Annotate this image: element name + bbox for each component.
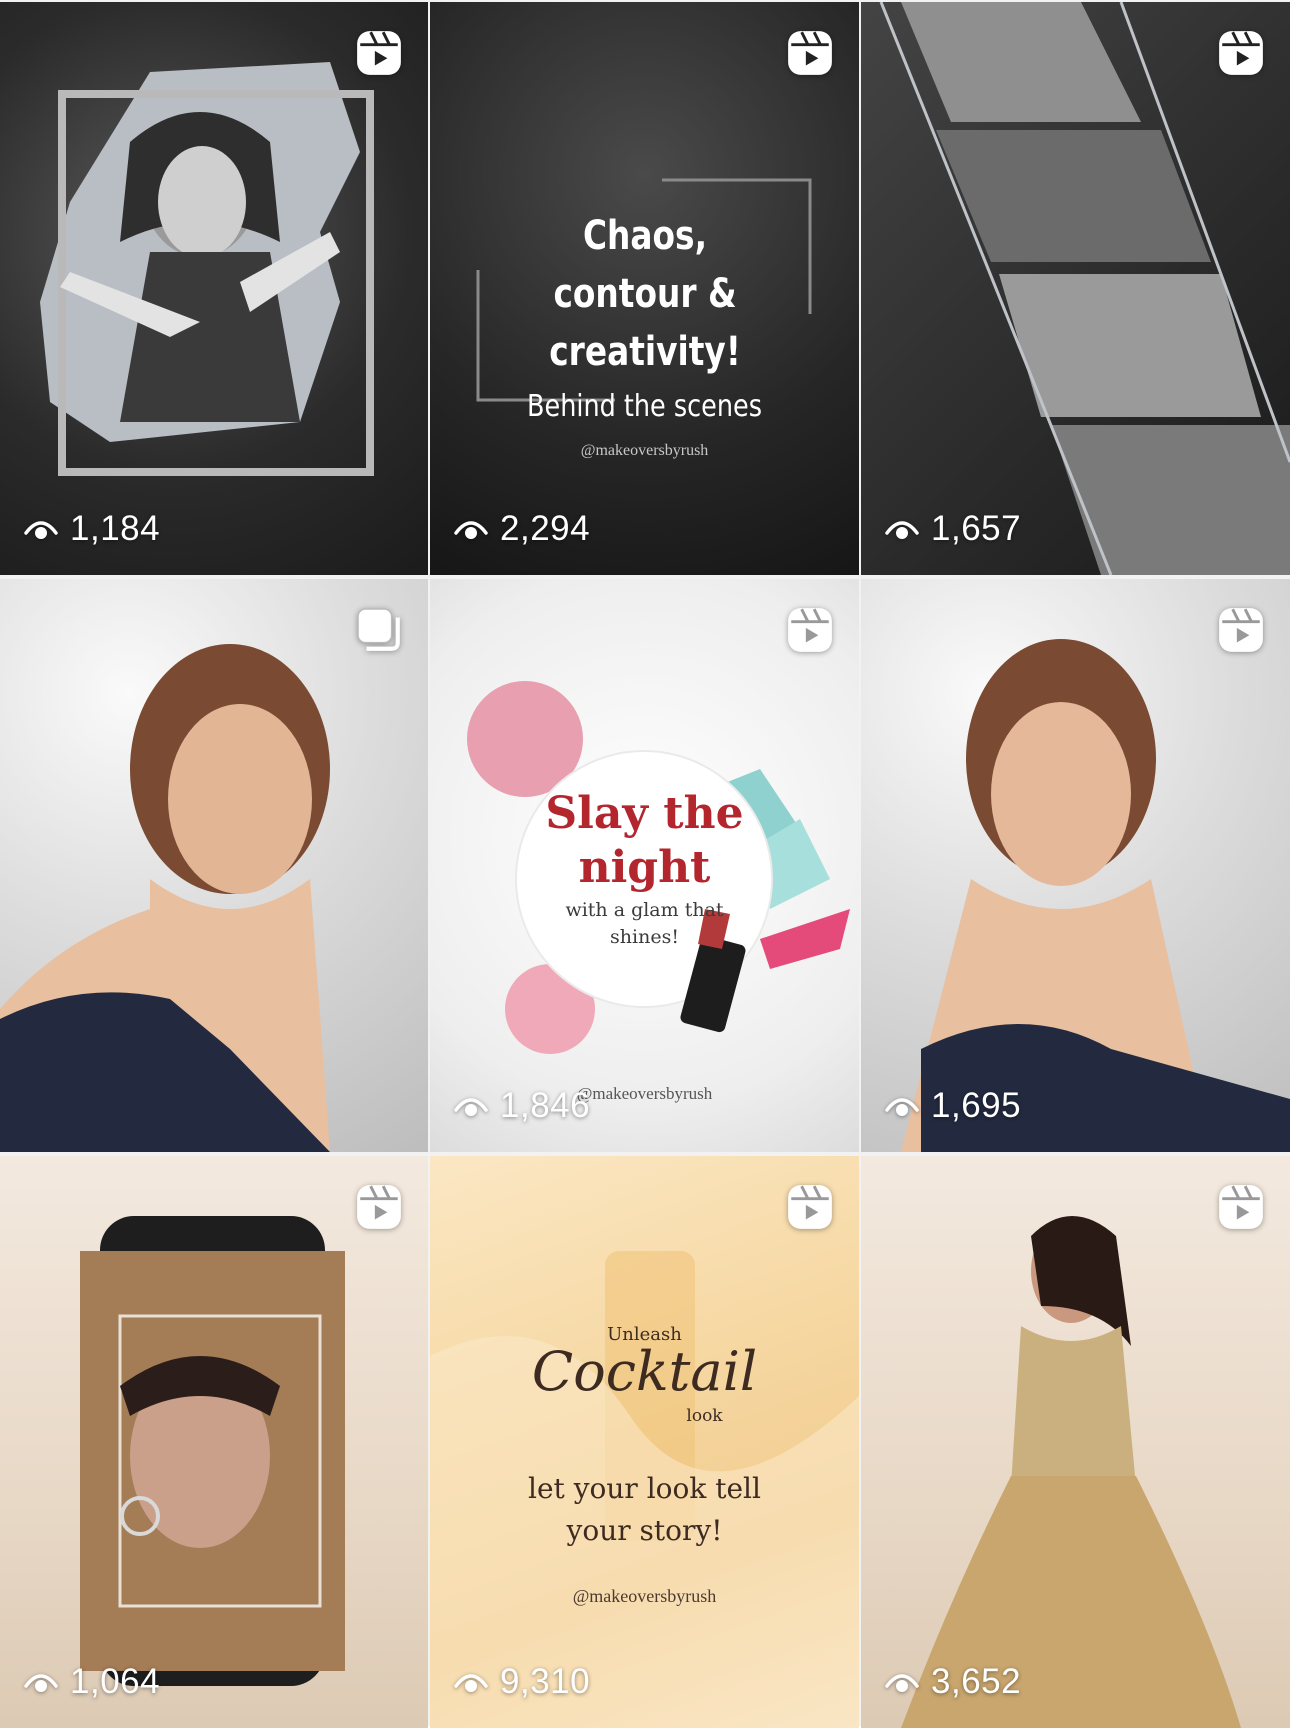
- eye-views-icon: [454, 521, 488, 539]
- view-count-text: 1,657: [931, 509, 1022, 548]
- view-count-text: 2,294: [500, 509, 591, 548]
- reels-icon: [1219, 31, 1263, 75]
- reels-icon: [788, 1185, 832, 1229]
- post-thumbnail: [80, 1216, 345, 1686]
- post-tile[interactable]: 1,064: [0, 1156, 428, 1728]
- profile-grid: 1,184 Chaos, contour & creativity! Behin…: [0, 0, 1290, 1728]
- view-count: 1,695: [885, 1086, 1021, 1126]
- post-tile[interactable]: Unleash Cocktail look let your look tell…: [430, 1156, 859, 1728]
- eye-views-icon: [885, 521, 919, 539]
- eye-views-icon: [24, 521, 58, 539]
- view-count: 2,294: [454, 509, 590, 549]
- view-count-text: 1,184: [70, 509, 161, 548]
- view-count: 9,310: [454, 1662, 590, 1702]
- view-count-text: 1,846: [500, 1086, 591, 1125]
- view-count-text: 9,310: [500, 1662, 591, 1701]
- post-tag: look: [686, 1406, 723, 1426]
- reels-icon: [788, 31, 832, 75]
- reels-icon: [788, 608, 832, 652]
- post-tile[interactable]: 1,657: [861, 2, 1290, 575]
- post-thumbnail: [879, 2, 1290, 575]
- carousel-icon: [357, 608, 400, 651]
- reels-icon: [357, 1185, 401, 1229]
- eye-views-icon: [885, 1674, 919, 1692]
- post-tile[interactable]: 3,652: [861, 1156, 1290, 1728]
- post-tile[interactable]: Slay the night with a glam that shines! …: [430, 579, 859, 1152]
- post-tile[interactable]: [0, 579, 428, 1152]
- post-headline: Slay the night: [545, 788, 744, 893]
- reels-icon: [1219, 608, 1263, 652]
- view-count-text: 1,064: [70, 1662, 161, 1701]
- eye-views-icon: [454, 1098, 488, 1116]
- view-count: 1,064: [24, 1662, 160, 1702]
- post-subheading: Behind the scenes: [527, 389, 762, 424]
- post-thumbnail: [901, 1216, 1241, 1728]
- post-subheading: with a glam that shines!: [565, 899, 724, 948]
- post-thumbnail: [40, 62, 374, 476]
- post-handle: @makeoversbyrush: [580, 442, 709, 459]
- post-tile[interactable]: 1,184: [0, 2, 428, 575]
- post-subheading: let your look tell your story!: [528, 1472, 761, 1547]
- post-handle: @makeoversbyrush: [572, 1586, 717, 1606]
- view-count-text: 3,652: [931, 1662, 1022, 1701]
- post-tile[interactable]: Chaos, contour & creativity! Behind the …: [430, 2, 859, 575]
- post-headline: Cocktail: [531, 1340, 758, 1403]
- post-thumbnail: [901, 639, 1290, 1152]
- post-thumbnail: [430, 1251, 859, 1728]
- view-count: 1,657: [885, 509, 1021, 549]
- post-headline: Chaos, contour & creativity!: [548, 213, 741, 375]
- post-thumbnail: [0, 644, 330, 1152]
- view-count: 1,184: [24, 509, 160, 549]
- reels-icon: [357, 31, 401, 75]
- reels-icon: [1219, 1185, 1263, 1229]
- view-count: 1,846: [454, 1086, 590, 1126]
- post-tile[interactable]: 1,695: [861, 579, 1290, 1152]
- eye-views-icon: [454, 1674, 488, 1692]
- view-count: 3,652: [885, 1662, 1021, 1702]
- eye-views-icon: [24, 1674, 58, 1692]
- eye-views-icon: [885, 1098, 919, 1116]
- view-count-text: 1,695: [931, 1086, 1022, 1125]
